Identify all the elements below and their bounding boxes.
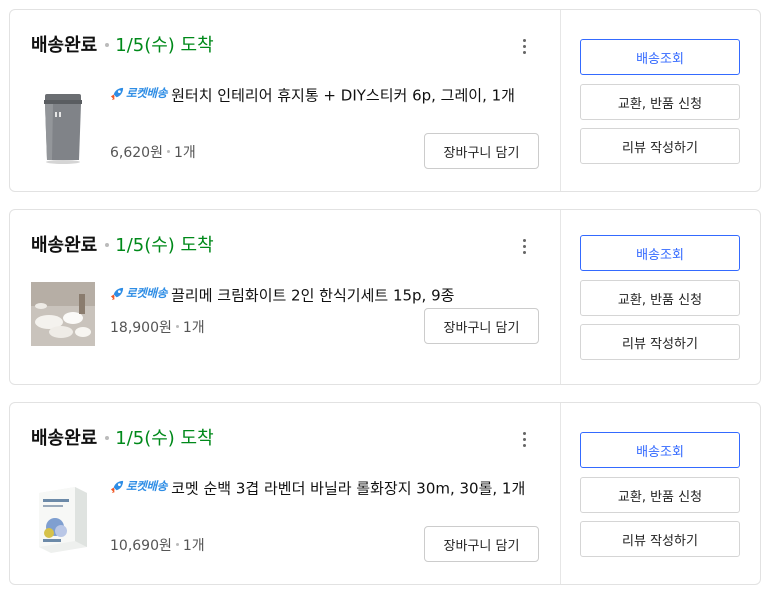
arrival-date: 1/5(수) 도착 [115,428,214,449]
separator-dot [105,42,110,47]
track-delivery-button[interactable]: 배송조회 [580,39,740,75]
rocket-delivery-badge: 로켓배송 [110,474,167,498]
dish-set-product-image [31,282,95,346]
more-options-icon[interactable] [516,427,532,451]
exchange-return-button[interactable]: 교환, 반품 신청 [580,280,740,316]
separator-dot [105,242,110,247]
product-price: 10,690원 [110,538,172,554]
product-quantity: 1개 [173,145,196,161]
delivery-status: 배송완료 [31,235,98,256]
order-info: 배송완료 1/5(수) 도착 로켓배송 끌리메 크림화이트 2인 한식기세트 15p… [10,210,560,384]
delivery-status-line: 배송완료 1/5(수) 도착 [31,34,214,58]
product-name: 원터치 인테리어 휴지통 + DIY스티커 6p, 그레이, 1개 [171,86,515,105]
product-price: 18,900원 [110,320,172,336]
order-info: 배송완료 1/5(수) 도착 로켓배송 원터치 인테리어 휴지통 + DIY스티커 … [10,10,560,191]
write-review-button[interactable]: 리뷰 작성하기 [580,128,740,164]
exchange-return-button[interactable]: 교환, 반품 신청 [580,477,740,513]
product-thumbnail[interactable] [31,282,95,346]
product-thumbnail[interactable] [31,90,95,174]
product-title[interactable]: 로켓배송 코멧 순백 3겹 라벤더 바닐라 롤화장지 30m, 30롤, 1개 [110,474,545,501]
rocket-delivery-badge: 로켓배송 [110,281,167,305]
delivery-status: 배송완료 [31,428,98,449]
product-thumbnail[interactable] [31,483,95,555]
order-card: 배송완료 1/5(수) 도착 로켓배송 원터치 인테리어 휴지통 + DIY스티커 … [9,9,761,192]
price-quantity: 10,690원 1개 [110,535,205,555]
product-quantity: 1개 [182,538,205,554]
price-quantity: 6,620원 1개 [110,142,196,162]
more-options-icon[interactable] [516,234,532,258]
write-review-button[interactable]: 리뷰 작성하기 [580,521,740,557]
rocket-icon [110,480,124,493]
separator-dot [175,542,179,546]
add-to-cart-button[interactable]: 장바구니 담기 [424,308,539,344]
track-delivery-button[interactable]: 배송조회 [580,432,740,468]
track-delivery-button[interactable]: 배송조회 [580,235,740,271]
trash-bin-product-image [44,94,82,164]
product-name: 코멧 순백 3겹 라벤더 바닐라 롤화장지 30m, 30롤, 1개 [171,479,526,498]
add-to-cart-button[interactable]: 장바구니 담기 [424,133,539,169]
order-card: 배송완료 1/5(수) 도착 로켓배송 끌리메 크림화이트 2인 한식기세트 15p… [9,209,761,385]
rocket-icon [110,87,124,100]
delivery-status-line: 배송완료 1/5(수) 도착 [31,427,214,451]
price-quantity: 18,900원 1개 [110,317,205,337]
separator-dot [175,324,179,328]
toilet-paper-product-image [39,487,87,553]
product-title[interactable]: 로켓배송 원터치 인테리어 휴지통 + DIY스티커 6p, 그레이, 1개 [110,81,545,108]
product-quantity: 1개 [182,320,205,336]
separator-dot [105,435,110,440]
delivery-status-line: 배송완료 1/5(수) 도착 [31,234,214,258]
more-options-icon[interactable] [516,34,532,58]
product-name: 끌리메 크림화이트 2인 한식기세트 15p, 9종 [171,286,455,305]
write-review-button[interactable]: 리뷰 작성하기 [580,324,740,360]
delivery-status: 배송완료 [31,35,98,56]
order-actions: 배송조회 교환, 반품 신청 리뷰 작성하기 [561,10,760,191]
add-to-cart-button[interactable]: 장바구니 담기 [424,526,539,562]
rocket-delivery-badge: 로켓배송 [110,81,167,105]
order-actions: 배송조회 교환, 반품 신청 리뷰 작성하기 [561,403,760,584]
separator-dot [166,149,170,153]
product-title[interactable]: 로켓배송 끌리메 크림화이트 2인 한식기세트 15p, 9종 [110,281,545,308]
exchange-return-button[interactable]: 교환, 반품 신청 [580,84,740,120]
product-price: 6,620원 [110,145,163,161]
arrival-date: 1/5(수) 도착 [115,235,214,256]
order-card: 배송완료 1/5(수) 도착 로켓배송 코멧 순백 3겹 라벤더 바닐라 롤화장지 … [9,402,761,585]
order-info: 배송완료 1/5(수) 도착 로켓배송 코멧 순백 3겹 라벤더 바닐라 롤화장지 … [10,403,560,584]
rocket-icon [110,287,124,300]
order-actions: 배송조회 교환, 반품 신청 리뷰 작성하기 [561,210,760,384]
arrival-date: 1/5(수) 도착 [115,35,214,56]
